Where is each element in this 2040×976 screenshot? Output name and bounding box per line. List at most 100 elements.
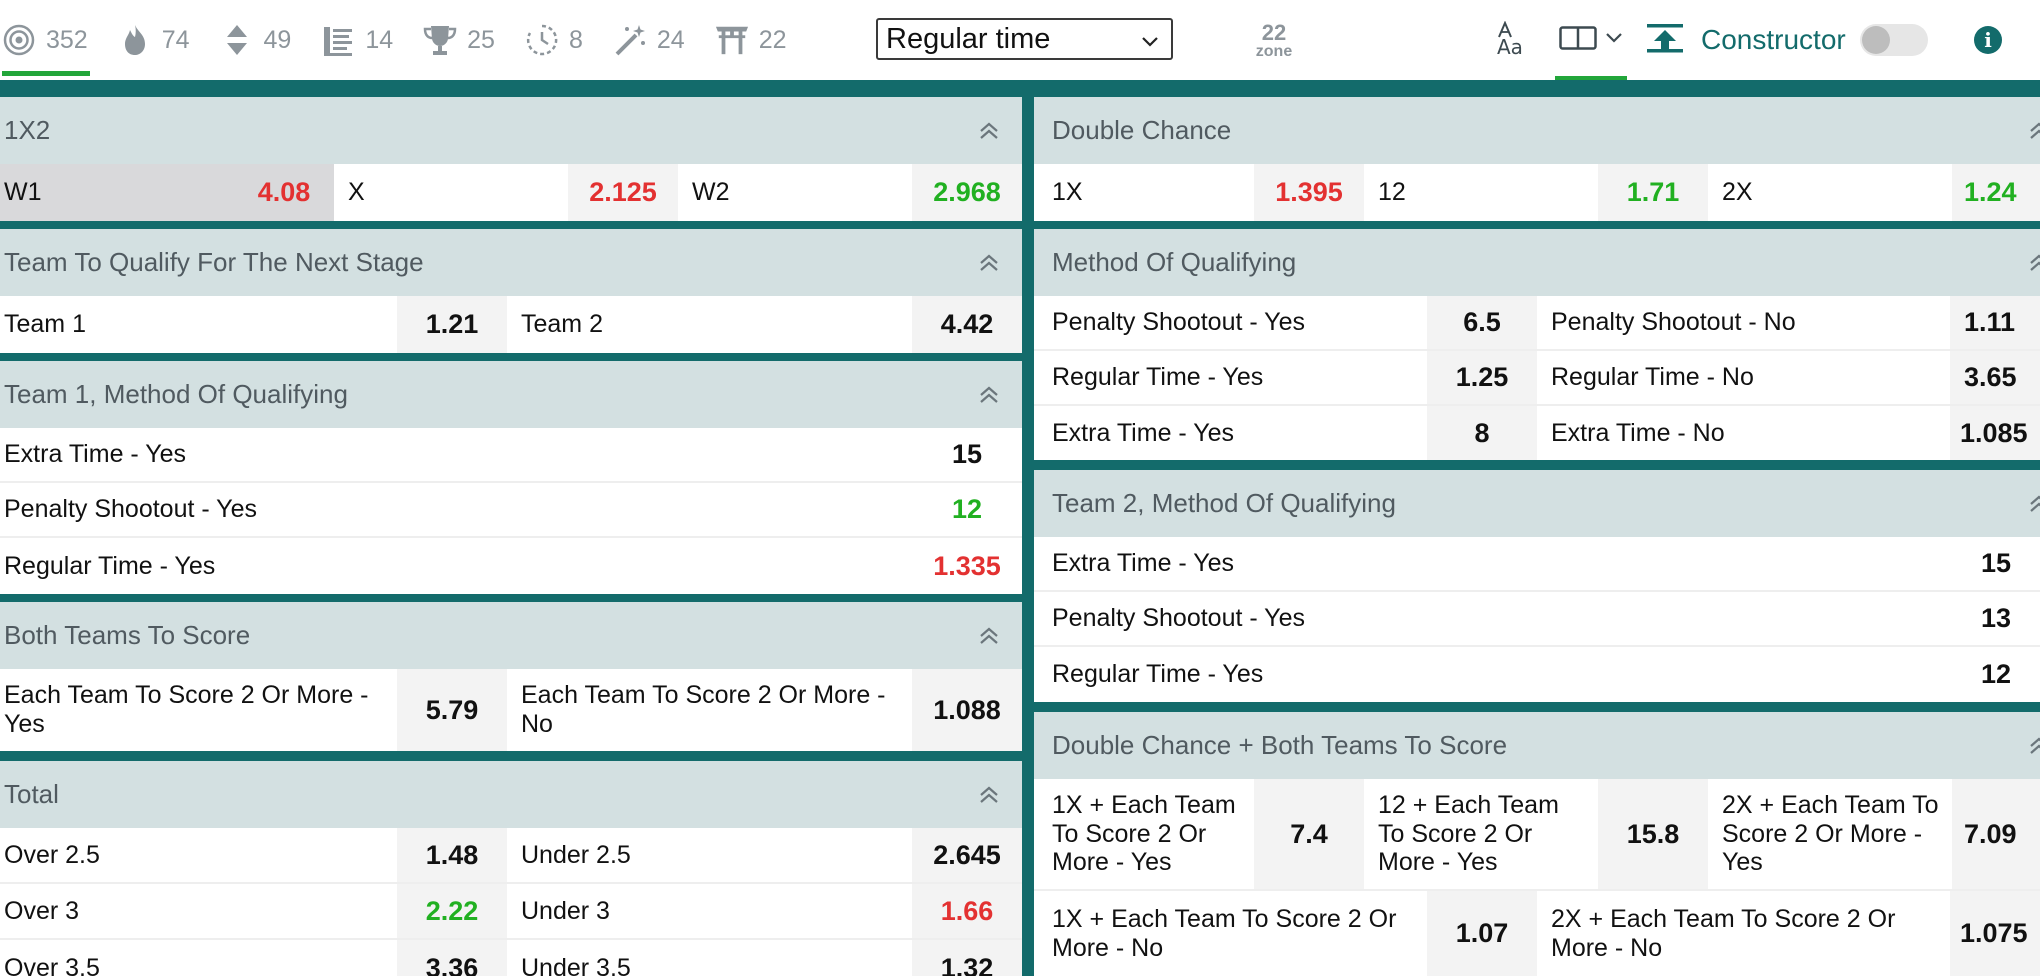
filter-count: 49 bbox=[263, 25, 292, 54]
outcome-each-team-2-no[interactable]: Each Team To Score 2 Or More - No 1.088 bbox=[515, 669, 1022, 751]
double-chevron-up-icon[interactable] bbox=[2028, 493, 2040, 515]
filter-count: 8 bbox=[568, 25, 583, 54]
filter-popular[interactable]: 74 bbox=[118, 2, 190, 78]
outcome-row: 1X 1.395 12 1.71 2X 1.24 bbox=[1034, 164, 2040, 221]
outcome-2x[interactable]: 2X 1.24 bbox=[1716, 164, 2040, 221]
flame-icon bbox=[118, 23, 152, 57]
font-size-button[interactable]: Aa bbox=[1495, 0, 1535, 80]
double-chevron-up-icon[interactable] bbox=[978, 625, 1000, 647]
svg-text:Aa: Aa bbox=[1497, 35, 1523, 55]
outcome-1x[interactable]: 1X 1.395 bbox=[1034, 164, 1364, 221]
filter-handicaps[interactable]: 49 bbox=[220, 2, 292, 78]
outcome-odd: 3.65 bbox=[1950, 351, 2040, 404]
outcome-extra-yes[interactable]: Extra Time - Yes 8 bbox=[1034, 406, 1537, 460]
market-header[interactable]: Total bbox=[0, 761, 1022, 828]
outcome-2x-each-2-no[interactable]: 2X + Each Team To Score 2 Or More - No 1… bbox=[1545, 891, 2040, 976]
outcome-odd: 1.335 bbox=[912, 538, 1022, 594]
zone-number: 22 bbox=[1261, 20, 1287, 45]
outcome-name: Under 3 bbox=[521, 896, 610, 925]
outcome-w1[interactable]: W1 4.08 bbox=[0, 164, 334, 221]
zone-button[interactable]: 22 zone bbox=[1251, 22, 1297, 60]
filter-specials[interactable]: 24 bbox=[613, 2, 685, 78]
double-chevron-up-icon[interactable] bbox=[2028, 120, 2040, 142]
outcome-team-2[interactable]: Team 2 4.42 bbox=[515, 296, 1022, 353]
outcome-x[interactable]: X 2.125 bbox=[342, 164, 678, 221]
outcome-name: Team 2 bbox=[521, 310, 603, 339]
filter-asian[interactable]: 22 bbox=[715, 2, 787, 78]
double-chevron-up-icon[interactable] bbox=[978, 384, 1000, 406]
outcome-penalty-shootout-yes[interactable]: Penalty Shootout - Yes 13 bbox=[1034, 592, 2040, 645]
period-select[interactable]: Regular time bbox=[876, 18, 1173, 60]
outcome-odd: 12 bbox=[1952, 647, 2040, 702]
outcome-12-each-2-yes[interactable]: 12 + Each Team To Score 2 Or More - Yes … bbox=[1372, 779, 1708, 889]
outcome-extra-no[interactable]: Extra Time - No 1.085 bbox=[1545, 406, 2040, 460]
pin-top-button[interactable] bbox=[1645, 0, 1685, 80]
market-header[interactable]: Double Chance + Both Teams To Score bbox=[1034, 712, 2040, 779]
outcome-12[interactable]: 12 1.71 bbox=[1372, 164, 1708, 221]
market-header[interactable]: Team 2, Method Of Qualifying bbox=[1034, 470, 2040, 537]
outcome-regular-no[interactable]: Regular Time - No 3.65 bbox=[1545, 351, 2040, 404]
outcome-odd: 1.11 bbox=[1950, 296, 2040, 349]
outcome-each-team-2-yes[interactable]: Each Team To Score 2 Or More - Yes 5.79 bbox=[0, 669, 507, 751]
double-chevron-up-icon[interactable] bbox=[978, 784, 1000, 806]
double-chevron-up-icon[interactable] bbox=[978, 120, 1000, 142]
outcome-over-2-5[interactable]: Over 2.5 1.48 bbox=[0, 828, 507, 882]
outcome-name: Extra Time - Yes bbox=[4, 440, 187, 469]
filter-all[interactable]: 352 bbox=[2, 2, 90, 78]
outcome-name: 2X bbox=[1722, 178, 1753, 207]
market-header[interactable]: Method Of Qualifying bbox=[1034, 229, 2040, 296]
layout-toggle-button[interactable] bbox=[1555, 0, 1627, 80]
outcome-penalty-no[interactable]: Penalty Shootout - No 1.11 bbox=[1545, 296, 2040, 349]
outcome-regular-yes[interactable]: Regular Time - Yes 1.25 bbox=[1034, 351, 1537, 404]
outcome-under-3[interactable]: Under 3 1.66 bbox=[515, 884, 1022, 938]
outcome-name: Under 2.5 bbox=[521, 840, 631, 869]
info-icon[interactable]: i bbox=[1974, 26, 2002, 54]
outcome-odd: 15 bbox=[912, 428, 1022, 481]
constructor-toggle[interactable] bbox=[1859, 24, 1928, 56]
market-header[interactable]: 1X2 bbox=[0, 97, 1022, 164]
market-title: Method Of Qualifying bbox=[1052, 247, 1297, 277]
outcome-odd: 2.22 bbox=[397, 884, 507, 938]
magic-wand-icon bbox=[613, 23, 647, 57]
outcome-extra-time-yes[interactable]: Extra Time - Yes 15 bbox=[1034, 537, 2040, 590]
outcome-row: Team 1 1.21 Team 2 4.42 bbox=[0, 296, 1022, 353]
market-header[interactable]: Team 1, Method Of Qualifying bbox=[0, 361, 1022, 428]
filter-totals[interactable]: 14 bbox=[321, 2, 393, 78]
outcome-odd: 5.79 bbox=[397, 669, 507, 751]
outcome-over-3-5[interactable]: Over 3.5 3.36 bbox=[0, 940, 507, 976]
outcome-odd: 1.395 bbox=[1254, 164, 1364, 221]
market-header[interactable]: Double Chance bbox=[1034, 97, 2040, 164]
outcome-name: Regular Time - Yes bbox=[1052, 363, 1264, 392]
outcome-extra-time-yes[interactable]: Extra Time - Yes 15 bbox=[0, 428, 1022, 481]
outcome-2x-each-2-yes[interactable]: 2X + Each Team To Score 2 Or More - Yes … bbox=[1716, 779, 2040, 889]
double-chevron-up-icon[interactable] bbox=[978, 252, 1000, 274]
outcome-odd: 2.968 bbox=[912, 164, 1022, 221]
outcome-regular-time-yes[interactable]: Regular Time - Yes 12 bbox=[1034, 647, 2040, 702]
outcome-name: Extra Time - Yes bbox=[1052, 418, 1235, 447]
outcome-team-1[interactable]: Team 1 1.21 bbox=[0, 296, 507, 353]
market-header[interactable]: Both Teams To Score bbox=[0, 602, 1022, 669]
double-chevron-up-icon[interactable] bbox=[2028, 252, 2040, 274]
constructor-label: Constructor bbox=[1701, 24, 1846, 55]
outcome-name: Penalty Shootout - Yes bbox=[1052, 604, 1305, 633]
filter-goals[interactable]: 25 bbox=[423, 2, 495, 78]
bar-ladder-icon bbox=[321, 23, 355, 57]
outcome-under-3-5[interactable]: Under 3.5 1.32 bbox=[515, 940, 1022, 976]
outcome-penalty-shootout-yes[interactable]: Penalty Shootout - Yes 12 bbox=[0, 483, 1022, 536]
outcome-1x-each-2-yes[interactable]: 1X + Each Team To Score 2 Or More - Yes … bbox=[1034, 779, 1364, 889]
market-header[interactable]: Team To Qualify For The Next Stage bbox=[0, 229, 1022, 296]
outcome-penalty-yes[interactable]: Penalty Shootout - Yes 6.5 bbox=[1034, 296, 1537, 349]
outcome-odd: 1.71 bbox=[1598, 164, 1708, 221]
outcome-over-3[interactable]: Over 3 2.22 bbox=[0, 884, 507, 938]
market-title: Double Chance + Both Teams To Score bbox=[1052, 730, 1508, 760]
outcome-w2[interactable]: W2 2.968 bbox=[686, 164, 1022, 221]
outcome-name: Regular Time - No bbox=[1551, 363, 1754, 392]
market-1x2: 1X2 W1 4.08 X 2.125 W2 2.968 bbox=[0, 97, 1022, 221]
double-chevron-up-icon[interactable] bbox=[2028, 735, 2040, 757]
outcome-regular-time-yes[interactable]: Regular Time - Yes 1.335 bbox=[0, 538, 1022, 594]
filter-time[interactable]: 8 bbox=[525, 2, 583, 78]
outcome-1x-each-2-no[interactable]: 1X + Each Team To Score 2 Or More - No 1… bbox=[1034, 891, 1537, 976]
outcome-name: Under 3.5 bbox=[521, 953, 631, 976]
filter-count: 352 bbox=[46, 25, 88, 54]
outcome-under-2-5[interactable]: Under 2.5 2.645 bbox=[515, 828, 1022, 882]
